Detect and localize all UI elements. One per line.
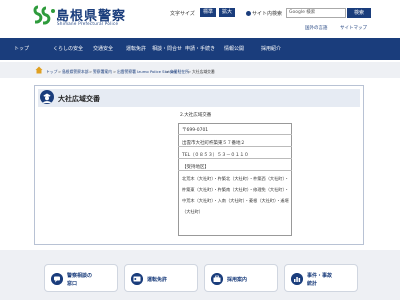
postal-code: 〒699-0701	[182, 128, 209, 133]
jurisdiction-label: 【受持地区】	[182, 165, 209, 170]
card-label: 統計	[307, 281, 318, 287]
address: 出雲市大社町杵築東５７番地２	[182, 141, 245, 146]
site-header: 島根県警察 Shimane Prefectural Police 文字サイズ 標…	[0, 0, 400, 38]
site-search-label: サイト内検索	[246, 10, 282, 17]
breadcrumb-stations[interactable]: 警察署案内	[93, 69, 112, 75]
breadcrumb-separator: >	[89, 69, 93, 74]
nav-item-recruitment[interactable]: 採用紹介	[250, 38, 292, 60]
card-label: 警察相談の	[67, 273, 93, 279]
nav-item-traffic[interactable]: 交通安全	[86, 38, 120, 60]
font-standard-button[interactable]: 標準	[200, 8, 216, 17]
police-emblem-icon[interactable]	[32, 5, 58, 27]
license-icon	[131, 273, 143, 285]
nav-item-license[interactable]: 運転免許	[120, 38, 152, 60]
card-recruitment[interactable]: 採用案内	[204, 264, 278, 292]
card-statistics[interactable]: 事件・事故 統計	[284, 264, 358, 292]
search-button[interactable]: 検索	[347, 8, 371, 18]
jurisdiction-line: 杵築東（大社町）・杵築南（大社町）・修理免（大社町）・	[182, 187, 289, 192]
police-officer-icon	[40, 90, 54, 104]
briefcase-icon	[211, 273, 223, 285]
card-label: 事件・事故	[307, 273, 333, 279]
global-nav: トップ くらしの安全 交通安全 運転免許 相談・問合せ 申請・手続き 情報公開 …	[0, 38, 400, 60]
chat-icon	[51, 273, 63, 285]
jurisdiction-line: （大社町）	[182, 209, 203, 214]
jurisdiction-line: 北荒木（大社町）・杵築北（大社町）・杵築西（大社町）・	[182, 176, 289, 181]
nav-item-consultation[interactable]: 相談・問合せ	[152, 38, 182, 60]
nav-item-top[interactable]: トップ	[0, 38, 50, 60]
breadcrumb-separator: >	[188, 69, 192, 74]
arrow-circle-icon	[246, 11, 251, 16]
card-label: 運転免許	[147, 277, 168, 283]
font-size-label: 文字サイズ	[170, 11, 195, 17]
font-large-button[interactable]: 拡大	[219, 8, 235, 17]
home-icon	[35, 66, 43, 74]
chart-icon	[291, 273, 303, 285]
breadcrumb-koban[interactable]: 交番駐在所	[170, 69, 189, 75]
nav-item-application[interactable]: 申請・手続き	[182, 38, 218, 60]
breadcrumb-separator: >	[113, 69, 117, 74]
nav-item-safety[interactable]: くらしの安全	[50, 38, 86, 60]
telephone: TEL（０８５３）５３－０１１０	[182, 153, 249, 158]
breadcrumb: トップ > 島根県警察本部 > 警察署案内 > 出雲警察署 Izumo Poli…	[0, 62, 400, 78]
site-search-label-text: サイト内検索	[252, 11, 283, 17]
breadcrumb-top[interactable]: トップ	[46, 69, 57, 75]
breadcrumb-hq[interactable]: 島根県警察本部	[62, 69, 89, 75]
nav-item-disclosure[interactable]: 情報公開	[218, 38, 250, 60]
site-subtitle: Shimane Prefectural Police	[57, 21, 119, 26]
card-consultation[interactable]: 警察相談の 窓口	[44, 264, 118, 292]
breadcrumb-current: 大社広域交番	[192, 69, 215, 74]
sitemap-link[interactable]: サイトマップ	[340, 25, 367, 31]
foreign-language-link[interactable]: 国外の言語	[305, 25, 328, 31]
search-input[interactable]: Google 検索	[286, 8, 346, 18]
card-label: 窓口	[67, 281, 78, 287]
breadcrumb-separator: >	[58, 69, 62, 74]
jurisdiction-line: 中荒木（大社町）・入南（大社町）・菱根（大社町）・遙堪	[182, 198, 289, 203]
info-title: 2.大社広域交番	[180, 113, 212, 118]
breadcrumb-separator: >	[166, 69, 170, 74]
card-label: 採用案内	[227, 277, 248, 283]
page-title: 大社広域交番	[58, 95, 100, 103]
card-license[interactable]: 運転免許	[124, 264, 198, 292]
